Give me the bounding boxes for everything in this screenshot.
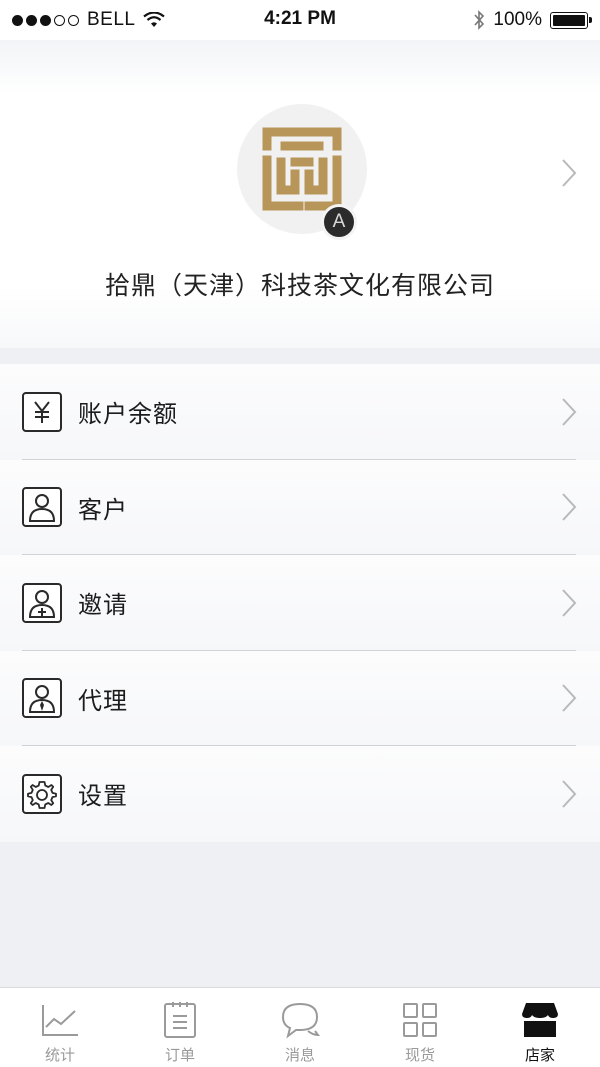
menu-item-customers[interactable]: 客户 <box>0 459 600 555</box>
user-icon <box>22 487 62 528</box>
menu-item-agent[interactable]: 代理 <box>0 650 600 746</box>
agent-icon <box>22 678 62 719</box>
company-name: 拾鼎（天津）科技茶文化有限公司 <box>104 271 495 300</box>
seal-logo-icon <box>262 127 342 211</box>
chevron-right-icon <box>562 493 577 521</box>
tab-statistics[interactable]: 统计 <box>0 988 120 1067</box>
yuan-icon <box>22 391 62 432</box>
tab-orders[interactable]: 订单 <box>120 988 240 1067</box>
avatar-badge: A <box>321 204 357 240</box>
menu-list: 账户余额 客户 邀请 代理 设置 <box>0 364 600 842</box>
avatar[interactable]: A <box>237 104 367 240</box>
invite-user-icon <box>22 582 62 623</box>
chevron-right-icon <box>562 589 577 617</box>
menu-item-label: 账户余额 <box>78 400 178 429</box>
chart-icon <box>40 1000 80 1040</box>
order-icon <box>160 1000 200 1040</box>
tab-label: 订单 <box>164 1046 195 1064</box>
battery-icon <box>550 11 592 29</box>
status-right: 100% <box>473 9 592 31</box>
menu-item-settings[interactable]: 设置 <box>0 746 600 842</box>
menu-item-label: 邀请 <box>78 591 128 620</box>
message-icon <box>280 1000 320 1040</box>
menu-item-account-balance[interactable]: 账户余额 <box>0 364 600 460</box>
tab-stock[interactable]: 现货 <box>360 988 480 1067</box>
menu-item-invite[interactable]: 邀请 <box>0 555 600 651</box>
chevron-right-icon <box>562 684 577 712</box>
menu-item-label: 代理 <box>78 686 128 715</box>
tab-store[interactable]: 店家 <box>480 988 600 1067</box>
chevron-right-icon <box>562 780 577 808</box>
menu-item-label: 设置 <box>78 782 128 811</box>
menu-item-label: 客户 <box>78 495 128 524</box>
tab-bar: 统计 订单 消息 现货 店家 <box>0 987 600 1067</box>
profile-header[interactable]: A 拾鼎（天津）科技茶文化有限公司 <box>0 40 600 348</box>
tab-label: 统计 <box>44 1046 75 1064</box>
gear-icon <box>22 773 62 814</box>
tab-label: 店家 <box>524 1046 555 1064</box>
chevron-right-icon <box>562 398 577 426</box>
grid-icon <box>400 1000 440 1040</box>
bluetooth-icon <box>474 10 485 30</box>
status-bar: BELL 4:21 PM 100% <box>0 0 600 40</box>
store-icon <box>520 1000 560 1040</box>
tab-label: 现货 <box>404 1046 435 1064</box>
chevron-right-icon <box>562 159 577 187</box>
battery-percent: 100% <box>493 9 542 30</box>
tab-label: 消息 <box>284 1046 315 1064</box>
tab-messages[interactable]: 消息 <box>240 988 360 1067</box>
